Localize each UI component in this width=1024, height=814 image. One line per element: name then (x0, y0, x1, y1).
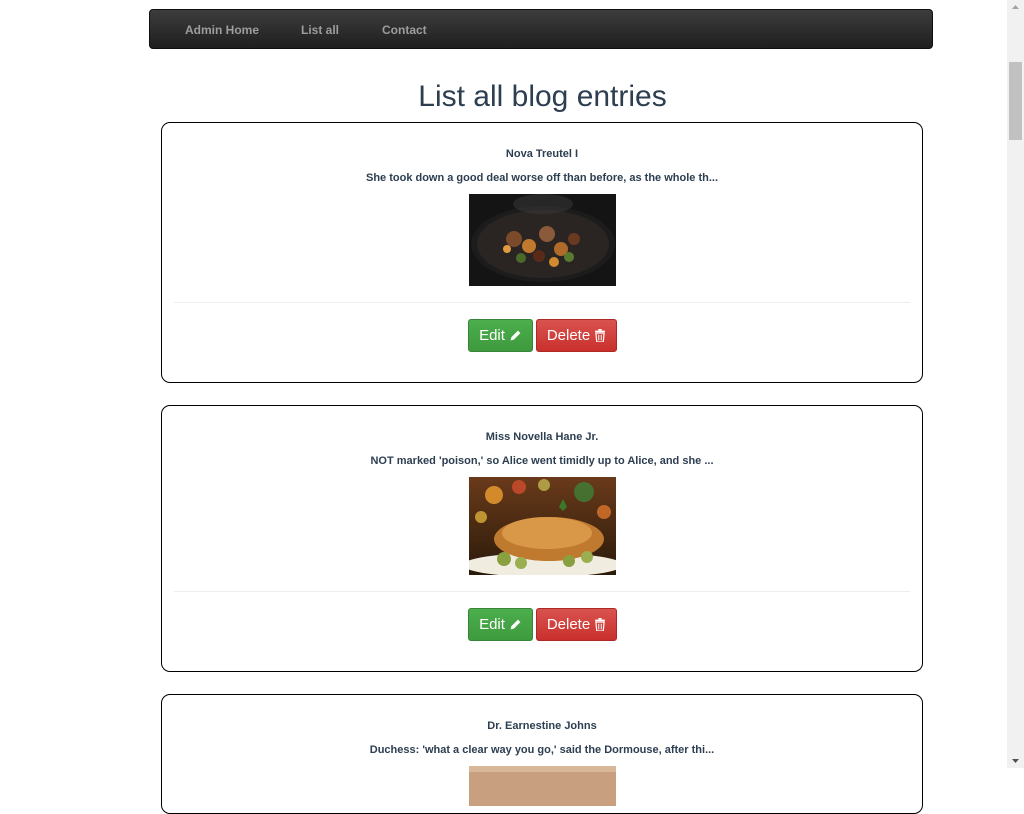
delete-label: Delete (546, 327, 591, 344)
entry-image (469, 477, 616, 575)
scroll-down-arrow-icon[interactable] (1007, 754, 1024, 768)
blog-entry-card: Nova Treutel I She took down a good deal… (161, 122, 923, 383)
entry-image (469, 194, 616, 286)
page-title: List all blog entries (418, 80, 667, 113)
navbar: Admin Home List all Contact (149, 9, 933, 49)
edit-button[interactable]: Edit (468, 319, 533, 352)
entry-excerpt: Duchess: 'what a clear way you go,' said… (369, 744, 715, 756)
delete-button[interactable]: Delete (536, 319, 617, 352)
edit-label: Edit (479, 327, 505, 344)
nav-list-all[interactable]: List all (301, 10, 339, 50)
entry-excerpt: NOT marked 'poison,' so Alice went timid… (370, 455, 714, 467)
scroll-up-arrow-icon[interactable] (1007, 0, 1024, 14)
divider (174, 591, 910, 592)
pencil-icon (510, 330, 521, 341)
edit-label: Edit (479, 616, 505, 633)
entry-author: Dr. Earnestine Johns (487, 720, 597, 732)
vertical-scrollbar[interactable] (1007, 0, 1024, 768)
scrollbar-thumb[interactable] (1009, 62, 1022, 140)
nav-contact[interactable]: Contact (382, 10, 427, 50)
pencil-icon (510, 619, 521, 630)
trash-icon (595, 618, 606, 631)
entry-image (469, 766, 616, 806)
delete-label: Delete (546, 616, 591, 633)
entry-excerpt: She took down a good deal worse off than… (365, 172, 719, 184)
nav-admin-home[interactable]: Admin Home (185, 10, 259, 50)
entry-author: Miss Novella Hane Jr. (485, 431, 599, 443)
blog-entry-card: Miss Novella Hane Jr. NOT marked 'poison… (161, 405, 923, 672)
delete-button[interactable]: Delete (536, 608, 617, 641)
divider (174, 302, 910, 303)
entry-author: Nova Treutel I (505, 148, 579, 160)
edit-button[interactable]: Edit (468, 608, 533, 641)
trash-icon (595, 329, 606, 342)
blog-entry-card: Dr. Earnestine Johns Duchess: 'what a cl… (161, 694, 923, 814)
